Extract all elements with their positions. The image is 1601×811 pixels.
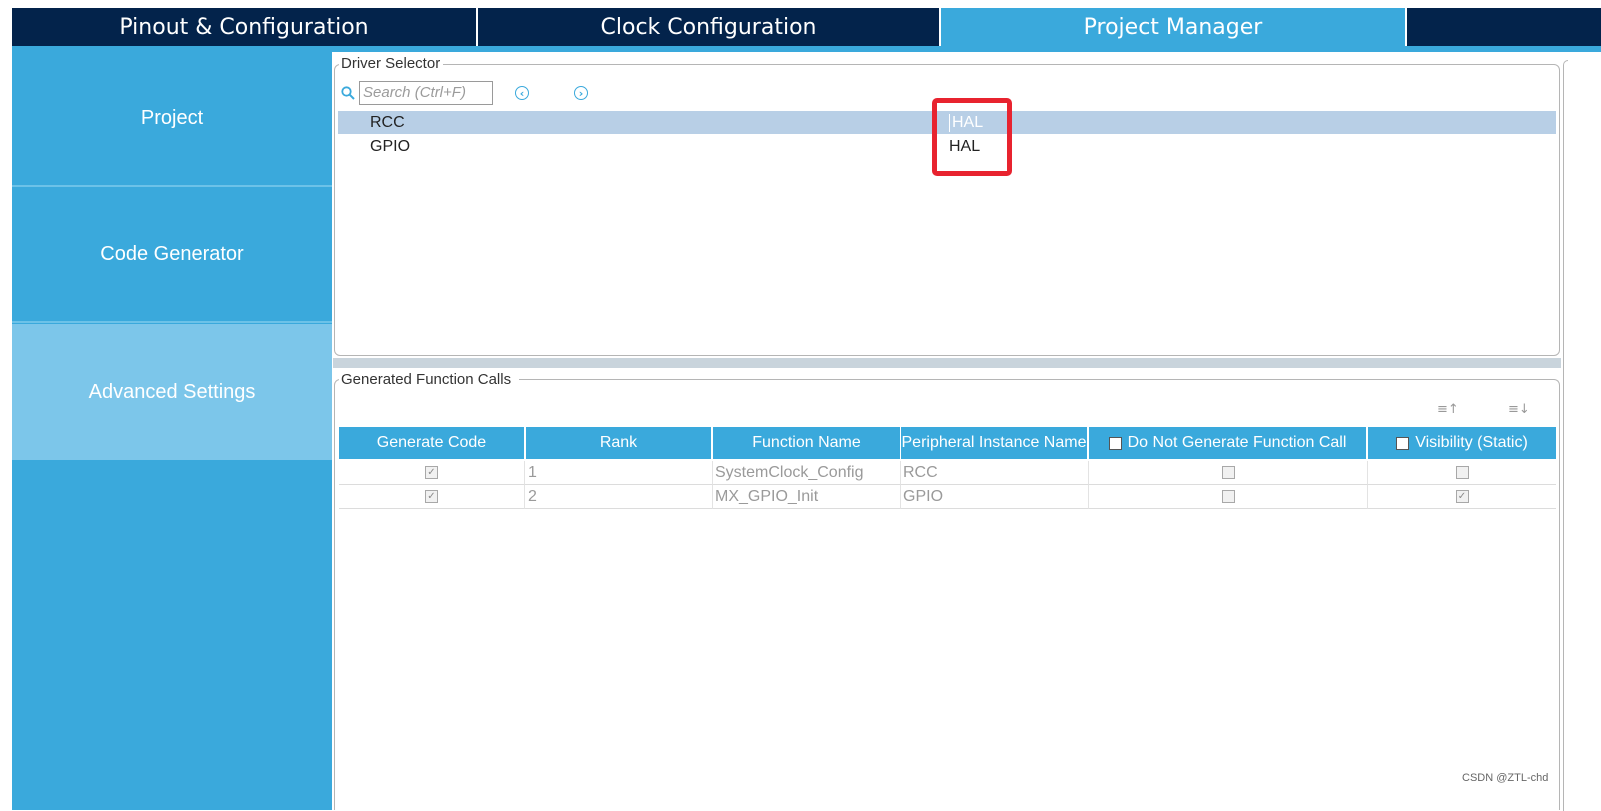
- generate-code-checkbox[interactable]: ✓: [425, 466, 438, 479]
- column-header-label: Visibility (Static): [1415, 434, 1528, 451]
- sidebar-item-advanced-settings[interactable]: Advanced Settings: [12, 324, 332, 460]
- column-header-generate-code[interactable]: Generate Code: [339, 427, 524, 459]
- visibility-static-checkbox[interactable]: ✓: [1455, 490, 1469, 503]
- tab-project-manager[interactable]: Project Manager: [941, 8, 1405, 46]
- column-header-do-not-generate[interactable]: Do Not Generate Function Call: [1089, 427, 1366, 459]
- function-name-cell: SystemClock_Config: [712, 461, 900, 485]
- visibility-static-checkbox[interactable]: [1455, 466, 1469, 479]
- column-header-label: Function Name: [752, 434, 861, 451]
- column-header-label: Do Not Generate Function Call: [1127, 434, 1347, 451]
- do-not-generate-checkbox[interactable]: [1221, 490, 1235, 503]
- column-header-label: Generate Code: [376, 434, 487, 451]
- chevron-left-circle-icon[interactable]: ‹: [515, 86, 529, 100]
- tab-bar-empty: [1405, 8, 1601, 46]
- visibility-cell: ✓: [1367, 485, 1556, 509]
- sort-descending-icon[interactable]: ≡↓: [1508, 402, 1530, 417]
- select-all-visibility-checkbox[interactable]: [1396, 436, 1410, 450]
- search-icon: [341, 86, 355, 100]
- function-name-cell: MX_GPIO_Init: [712, 485, 900, 509]
- sidebar-item-label: Project: [140, 107, 204, 129]
- do-not-generate-cell: [1088, 461, 1367, 485]
- tab-pinout-configuration[interactable]: Pinout & Configuration: [12, 8, 478, 46]
- peripheral-cell: GPIO: [900, 485, 1088, 509]
- sidebar-item-label: Code Generator: [100, 242, 244, 265]
- right-panel-edge: [1563, 60, 1568, 811]
- column-header-visibility-static[interactable]: Visibility (Static): [1368, 427, 1556, 459]
- column-header-function-name[interactable]: Function Name: [713, 427, 900, 459]
- watermark: CSDN @ZTL-chd: [1462, 772, 1549, 784]
- column-header-peripheral-instance-name[interactable]: Peripheral Instance Name: [901, 427, 1087, 459]
- driver-name: GPIO: [370, 138, 411, 155]
- rank-cell[interactable]: 1: [524, 461, 712, 485]
- chevron-right-circle-icon[interactable]: ›: [574, 86, 588, 100]
- column-header-label: Peripheral Instance Name: [901, 434, 1087, 451]
- driver-search-input[interactable]: Search (Ctrl+F): [359, 81, 493, 105]
- column-header-label: Rank: [599, 434, 638, 451]
- sidebar-item-code-generator[interactable]: Code Generator: [12, 187, 332, 323]
- sort-ascending-icon[interactable]: ≡↑: [1437, 402, 1459, 417]
- rank-cell[interactable]: 2: [524, 485, 712, 509]
- panel-splitter[interactable]: [333, 358, 1561, 368]
- generate-code-cell: ✓: [339, 461, 524, 485]
- generate-code-cell: ✓: [339, 485, 524, 509]
- generate-code-checkbox[interactable]: ✓: [425, 490, 438, 503]
- sidebar: Project Code Generator Advanced Settings: [12, 52, 332, 810]
- driver-name: RCC: [370, 114, 405, 131]
- sidebar-item-project[interactable]: Project: [12, 52, 332, 187]
- peripheral-cell: RCC: [900, 461, 1088, 485]
- function-calls-legend: Generated Function Calls: [339, 371, 520, 388]
- sidebar-item-label: Advanced Settings: [88, 380, 256, 403]
- select-all-do-not-generate-checkbox[interactable]: [1108, 436, 1122, 450]
- tab-clock-configuration[interactable]: Clock Configuration: [478, 8, 941, 46]
- highlight-annotation-box: [932, 98, 1012, 176]
- do-not-generate-cell: [1088, 485, 1367, 509]
- do-not-generate-checkbox[interactable]: [1221, 466, 1235, 479]
- driver-selector-legend: Driver Selector: [339, 55, 444, 72]
- column-header-rank[interactable]: Rank: [526, 427, 711, 459]
- visibility-cell: [1367, 461, 1556, 485]
